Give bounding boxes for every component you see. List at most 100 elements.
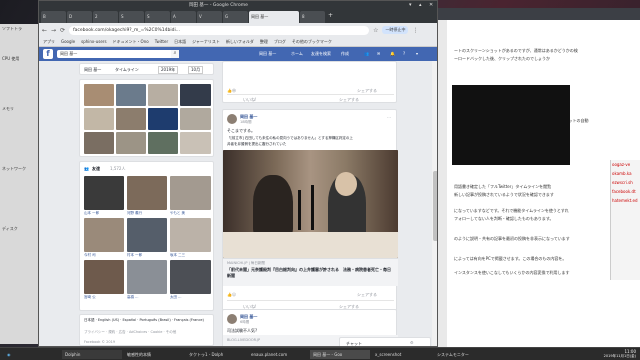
close-icon[interactable]: ✕ [429,2,433,8]
bookmark[interactable]: 日本語 [174,39,186,44]
friend-photo[interactable] [84,176,124,210]
friend-photo[interactable] [170,260,211,294]
chat-bar[interactable]: チャット ⚙ [339,337,431,346]
facebook-logo-icon[interactable]: f [43,49,53,59]
notifications-icon[interactable]: 🔔 [390,51,395,56]
tab-active[interactable]: 岡田 基一 [249,11,299,23]
tab[interactable]: G [223,11,248,23]
chat-settings-icon[interactable]: ⚙ [410,340,414,345]
bookmark[interactable]: ジャーナリスト [192,39,220,44]
tab[interactable]: V [197,11,222,23]
photo-thumbnail[interactable] [148,108,178,130]
tab[interactable]: B [41,11,66,23]
bookmark[interactable]: Twitter [155,39,168,44]
photo-thumbnail[interactable] [180,108,211,130]
timeline-label[interactable]: タイムライン [115,67,139,73]
friend-photo[interactable] [127,218,167,252]
bookmark[interactable]: sphinx-users [81,39,106,44]
share-count[interactable]: シェアする [357,292,377,298]
photo-thumbnail[interactable] [116,108,146,130]
taskbar-item[interactable]: システムモニター [434,350,494,359]
friend-name[interactable]: 村本 一郎 [127,253,142,258]
side-list-item[interactable]: ezwscri.sh [611,178,640,187]
friend-photo[interactable] [127,176,167,210]
scrollbar-thumb[interactable] [433,171,437,241]
clock[interactable]: 11:00 2019年11月1日(金) [604,349,636,359]
month-select[interactable]: 10月 [188,66,204,74]
friend-name[interactable]: 高橋 ... [127,295,138,300]
taskbar-item[interactable]: enaux.planet.com [248,350,308,359]
tab[interactable]: S [119,11,144,23]
forward-icon[interactable]: → [51,27,56,34]
taskbar-item[interactable]: x_screenshot [372,350,432,359]
reaction-icons[interactable]: 👍😮 [227,292,236,297]
friend-name[interactable]: 河野 義行 [127,211,142,216]
like-button[interactable]: いいね! [243,97,257,103]
photo-thumbnail[interactable] [84,132,114,154]
side-list-item[interactable]: facebook.dt [611,187,640,196]
bookmark[interactable]: 整理 [260,39,268,44]
photo-thumbnail[interactable] [180,132,211,154]
search-input[interactable]: 岡田 基一 [57,50,177,58]
minimize-icon[interactable]: ▾ [409,2,412,8]
address-bar[interactable]: facebook.com/okagechi9?_m_=%2C0%14bidi..… [69,25,370,35]
tab[interactable]: A [171,11,196,23]
photo-thumbnail[interactable] [84,84,114,106]
friends-header[interactable]: 友達 [92,166,100,172]
avatar[interactable] [227,114,237,124]
friend-photo[interactable] [84,260,124,294]
menu-icon[interactable]: ⋮ [412,27,418,34]
photo-thumbnail[interactable] [84,108,114,130]
back-icon[interactable]: ← [42,27,47,34]
friend-name[interactable]: やもと 美 [170,211,185,216]
maximize-icon[interactable]: ▴ [419,2,422,8]
photo-thumbnail[interactable] [116,84,146,106]
news-photo[interactable] [223,150,398,258]
post-time[interactable]: 18時間 [240,120,251,125]
friend-photo[interactable] [127,260,167,294]
link-preview[interactable]: MAINICHI.JP | 毎日新聞 「前代未聞」元奈護殺判『目白総判向』の上弁… [223,258,398,286]
nav-find-friends[interactable]: 友達を検索 [311,51,331,57]
taskbar-item[interactable]: タクトゥ1 - Dolph [186,350,246,359]
photo-thumbnail[interactable] [148,132,178,154]
profile-name[interactable]: 岡田 基一 [84,67,101,73]
tab[interactable]: D [67,11,92,23]
friend-photo[interactable] [170,176,211,210]
account-menu-icon[interactable]: ▾ [416,51,418,56]
side-list-item[interactable]: oogaz-ve [611,160,640,169]
reload-icon[interactable]: ⟳ [60,27,65,34]
side-list-item[interactable]: hatemekt.ed [611,196,640,205]
tab[interactable]: 2 [93,11,118,23]
bookmark[interactable]: ブログ [274,39,286,44]
link-title[interactable]: 「前代未聞」元奈護殺判『目白総判向』の上弁護審が許される 法務・病院患者死亡・毎… [227,267,393,279]
friend-name[interactable]: 宮崎 公 [84,295,96,300]
profile-button[interactable]: 一時停止中 [382,26,409,34]
year-select[interactable]: 2019年 [158,66,179,74]
friend-name[interactable]: 坂本 二三 [170,253,185,258]
languages[interactable]: 日本語 · English (US) · Español · Português… [84,318,210,323]
search-icon[interactable]: ⌕ [171,50,179,58]
bookmark[interactable]: Google [61,39,75,44]
new-tab-button[interactable]: + [326,11,335,23]
nav-home[interactable]: ホーム [291,51,303,57]
bookmark[interactable]: ドキュメント・Ono [113,39,149,44]
friend-photo[interactable] [84,218,124,252]
reaction-icons[interactable]: 👍😆 [227,88,236,93]
bookmark[interactable]: 新しいフォルダ [226,39,254,44]
taskbar-item[interactable]: 敏感性的本情 [124,350,184,359]
avatar[interactable] [227,314,237,324]
post-options-icon[interactable]: … [387,114,391,119]
friend-name[interactable]: 太田 ... [170,295,181,300]
start-menu-icon[interactable]: ◉ [4,350,12,359]
tab[interactable]: 8 [300,11,325,23]
help-icon[interactable]: ? [403,51,405,56]
bookmark[interactable]: アプリ [43,39,55,44]
star-icon[interactable]: ☆ [373,27,378,34]
taskbar-item[interactable]: Dolphin [62,350,122,359]
post-time[interactable]: 6時間 [240,320,249,325]
photo-thumbnail[interactable] [148,84,178,106]
photo-thumbnail[interactable] [116,132,146,154]
bookmark[interactable]: その他のブックマーク [292,39,332,44]
nav-create[interactable]: 作成 [341,51,349,57]
photo-thumbnail[interactable] [180,84,211,106]
